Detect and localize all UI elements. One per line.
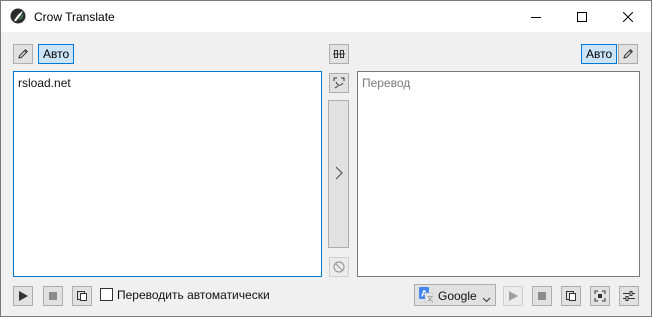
auto-translate-label[interactable]: Переводить автоматически	[117, 288, 270, 302]
play-icon	[507, 290, 519, 302]
close-button[interactable]	[605, 1, 651, 32]
translation-copy-button[interactable]	[561, 286, 581, 306]
maximize-icon	[577, 11, 587, 22]
translation-play-button[interactable]	[503, 286, 523, 306]
stop-icon	[47, 290, 59, 302]
translation-output[interactable]: Перевод	[357, 71, 640, 277]
ocr-selection-button[interactable]	[329, 73, 349, 93]
swap-languages-button[interactable]	[329, 44, 349, 64]
auto-translate-checkbox[interactable]	[100, 288, 113, 301]
stop-icon	[536, 290, 548, 302]
svg-text:文: 文	[427, 295, 433, 303]
google-translate-icon: A 文	[419, 287, 434, 304]
translation-language-auto-button[interactable]: Авто	[581, 44, 618, 64]
source-play-button[interactable]	[13, 286, 33, 306]
source-stop-button[interactable]	[43, 286, 63, 306]
swap-languages-icon	[333, 48, 345, 60]
source-text: rsload.net	[18, 76, 71, 90]
source-text-input[interactable]: rsload.net	[13, 71, 322, 277]
ocr-button[interactable]	[590, 286, 610, 306]
main-window: Crow Translate Авто Авто rsload.net Пере…	[0, 0, 652, 317]
copy-icon	[565, 290, 577, 302]
settings-icon	[623, 290, 635, 302]
translate-button[interactable]	[328, 100, 349, 248]
abort-icon	[333, 261, 345, 273]
minimize-icon	[531, 12, 541, 22]
chevron-right-icon	[335, 166, 343, 183]
title-bar: Crow Translate	[1, 1, 651, 32]
translation-placeholder: Перевод	[362, 76, 411, 90]
source-copy-button[interactable]	[72, 286, 92, 306]
crow-icon	[10, 8, 26, 24]
edit-source-language-button[interactable]	[13, 44, 33, 64]
pencil-icon	[622, 48, 634, 60]
window-title: Crow Translate	[34, 10, 115, 24]
settings-button[interactable]	[619, 286, 639, 306]
minimize-button[interactable]	[513, 1, 559, 32]
abort-button[interactable]	[329, 257, 349, 277]
play-icon	[17, 290, 29, 302]
engine-select[interactable]: A 文 Google	[414, 284, 496, 306]
screen-selection-icon	[333, 77, 345, 89]
chevron-down-icon	[482, 292, 491, 306]
edit-translation-language-button[interactable]	[618, 44, 638, 64]
pencil-icon	[17, 48, 29, 60]
translation-stop-button[interactable]	[532, 286, 552, 306]
ocr-icon	[594, 290, 606, 302]
close-icon	[623, 11, 633, 22]
engine-label: Google	[438, 289, 477, 303]
maximize-button[interactable]	[559, 1, 605, 32]
source-language-auto-button[interactable]: Авто	[38, 44, 75, 64]
copy-icon	[76, 290, 88, 302]
